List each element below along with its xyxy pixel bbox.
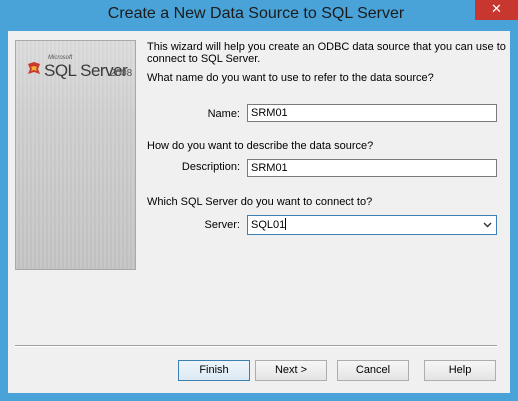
intro-line-2: connect to SQL Server. [147, 53, 261, 65]
title-bar[interactable]: Create a New Data Source to SQL Server ✕ [0, 0, 518, 30]
server-combobox[interactable]: SQL01 [247, 215, 497, 235]
text-caret [285, 218, 287, 230]
help-button[interactable]: Help [424, 360, 496, 381]
dialog-client-area: Microsoft SQL Server 2008 This wizard wi… [8, 31, 510, 393]
logo-version: 2008 [110, 68, 133, 79]
server-label: Server: [204, 219, 240, 231]
description-question: How do you want to describe the data sou… [147, 140, 374, 152]
server-combobox-value: SQL01 [251, 219, 286, 231]
sql-server-flag-icon [28, 62, 40, 74]
sql-server-logo: Microsoft SQL Server 2008 [20, 55, 135, 87]
dialog-window: Create a New Data Source to SQL Server ✕… [0, 0, 518, 401]
server-question: Which SQL Server do you want to connect … [147, 196, 373, 208]
close-button[interactable]: ✕ [475, 0, 518, 20]
finish-button[interactable]: Finish [178, 360, 250, 381]
close-icon: ✕ [491, 2, 502, 17]
sql-server-banner: Microsoft SQL Server 2008 [15, 40, 136, 270]
description-input[interactable]: SRM01 [247, 159, 497, 177]
name-label: Name: [207, 108, 240, 120]
cancel-button[interactable]: Cancel [337, 360, 409, 381]
window-title: Create a New Data Source to SQL Server [107, 5, 405, 22]
chevron-down-icon[interactable] [483, 217, 492, 235]
button-separator [15, 345, 497, 347]
name-question: What name do you want to use to refer to… [147, 72, 434, 84]
next-button[interactable]: Next > [255, 360, 327, 381]
intro-line-1: This wizard will help you create an ODBC… [147, 41, 506, 53]
description-label: Description: [181, 161, 240, 173]
name-input[interactable]: SRM01 [247, 104, 497, 122]
